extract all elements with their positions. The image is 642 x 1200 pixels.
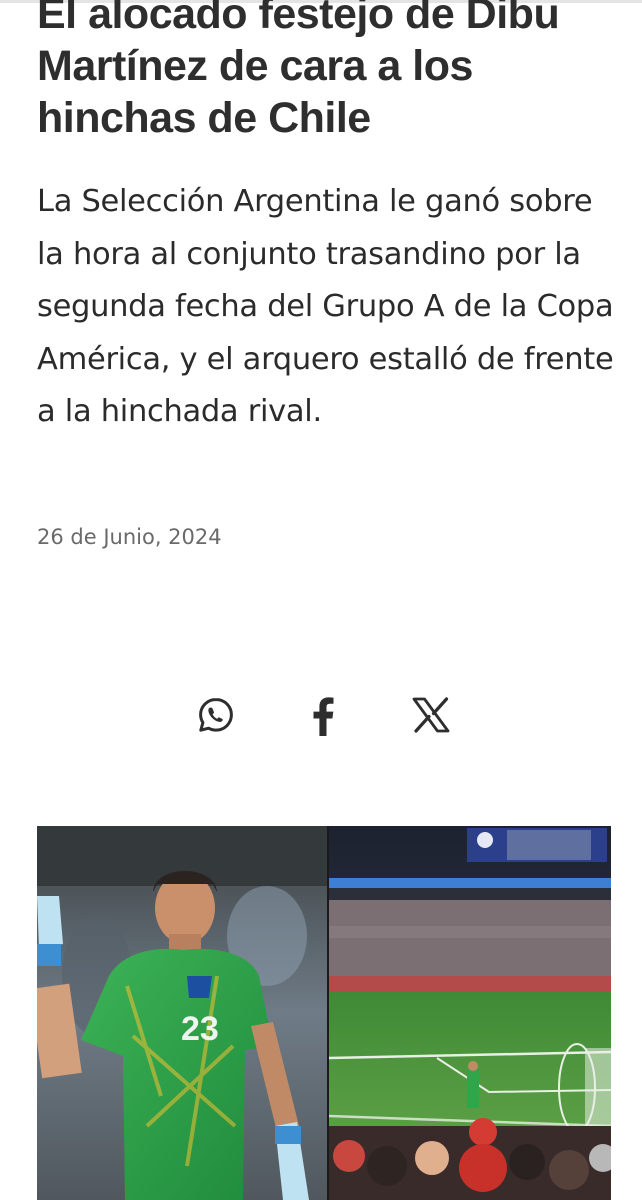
x-icon xyxy=(412,697,450,733)
share-bar xyxy=(0,690,642,740)
whatsapp-icon xyxy=(199,698,233,732)
article-headline: El alocado festejo de Dibu Martínez de c… xyxy=(37,0,560,142)
share-whatsapp-button[interactable] xyxy=(191,690,241,740)
article-date: 26 de Junio, 2024 xyxy=(37,525,222,549)
stadium-photo xyxy=(328,826,611,1200)
jersey-number: 23 xyxy=(181,1010,219,1048)
share-x-button[interactable] xyxy=(406,690,456,740)
goalkeeper-photo: 23 xyxy=(37,826,327,1200)
article-photo: 23 xyxy=(37,826,611,1200)
share-facebook-button[interactable] xyxy=(297,690,347,740)
facebook-icon xyxy=(313,697,334,736)
article-summary: La Selección Argentina le ganó sobre la … xyxy=(37,184,614,429)
